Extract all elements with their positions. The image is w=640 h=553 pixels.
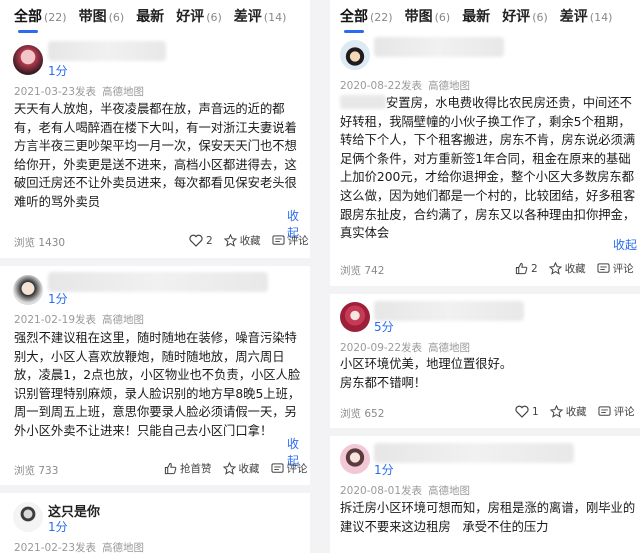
rating-score: 1分 [48, 292, 68, 306]
tab-with-images[interactable]: 带图 (6) [79, 6, 125, 26]
tab-latest[interactable]: 最新 [136, 6, 164, 26]
tab-all[interactable]: 全部 (22) [340, 6, 393, 26]
review-source: 高德地图 [428, 342, 471, 354]
redacted-text [340, 95, 386, 109]
rating-score: 5分 [374, 320, 394, 334]
comment-icon [270, 462, 284, 473]
star-icon [549, 405, 563, 418]
reviewer-name-blurred [374, 37, 504, 57]
review-text: 强烈不建议租在这里，随时随地在装修，噪音污染特别大，小区人喜欢放鞭炮，随时随地放… [14, 331, 301, 438]
review-source: 高德地图 [102, 542, 145, 553]
reviewer-name-blurred [374, 301, 524, 321]
review-actions: 2 收藏 评论 [178, 233, 309, 248]
comment-button[interactable]: 评论 [598, 404, 635, 419]
view-count: 浏览 742 [340, 265, 385, 277]
review-date: 2021-02-19发表 [14, 314, 97, 326]
review-meta: 2020-08-01发表 高德地图 [340, 483, 470, 498]
favorite-button[interactable]: 收藏 [549, 404, 587, 419]
review-meta: 2020-09-22发表 高德地图 [340, 340, 470, 355]
review-meta: 2020-08-22发表 高德地图 [340, 78, 470, 93]
review-date: 2021-03-23发表 [14, 86, 97, 98]
review-date: 2020-08-22发表 [340, 80, 423, 92]
tab-with-images[interactable]: 带图 (6) [405, 6, 451, 26]
comment-icon [598, 405, 611, 416]
avatar[interactable] [340, 302, 370, 332]
review-source: 高德地图 [102, 314, 145, 326]
review-date: 2021-02-23发表 [14, 542, 97, 553]
divider [0, 258, 310, 266]
comment-icon [597, 262, 610, 273]
active-tab-indicator [18, 30, 38, 33]
view-count: 浏览 652 [340, 408, 385, 420]
tab-positive[interactable]: 好评 (6) [176, 6, 222, 26]
divider [330, 428, 640, 436]
review-actions: 1 收藏 评论 [504, 404, 635, 419]
right-panel: 全部 (22) 带图 (6) 最新 好评 (6) 差评 (14) 2020-08-22发… [330, 0, 640, 553]
review-text: 天天有人放炮，半夜凌晨都在放，声音远的近的都有，老有人喝醉酒在楼下大叫，有一对浙… [14, 102, 297, 209]
tab-all[interactable]: 全部 (22) [14, 6, 67, 26]
column-gap [310, 0, 330, 553]
star-icon [222, 462, 236, 475]
review-source: 高德地图 [102, 86, 145, 98]
left-panel: 全部 (22) 带图 (6) 最新 好评 (6) 差评 (14) 1分 2021-03-… [0, 0, 310, 553]
active-tab-indicator [344, 30, 364, 33]
favorite-button[interactable]: 收藏 [222, 461, 260, 476]
like-button[interactable]: 1 [515, 405, 539, 418]
star-icon [223, 234, 237, 247]
review-source: 高德地图 [428, 80, 471, 92]
collapse-link[interactable]: 收起 [613, 236, 637, 253]
star-icon [548, 262, 562, 275]
review-meta: 2021-02-19发表 高德地图 [14, 312, 144, 327]
heart-icon [189, 234, 203, 247]
thumbs-up-icon [515, 262, 528, 275]
tab-negative[interactable]: 差评 (14) [234, 6, 287, 26]
favorite-button[interactable]: 收藏 [548, 261, 586, 276]
review-actions: 2 收藏 评论 [504, 261, 634, 276]
review-meta: 2021-02-23发表 高德地图 [14, 540, 144, 553]
avatar[interactable] [340, 40, 370, 70]
reviewer-name-blurred [48, 41, 166, 61]
divider [0, 485, 310, 493]
reviewer-name-blurred [48, 272, 268, 292]
review-date: 2020-08-01发表 [340, 485, 423, 497]
avatar[interactable] [340, 444, 370, 474]
review-text: 拆迁房小区环境可想而知，房租是涨的离谱，刚毕业的建议不要来这边租房 承受不住的压… [340, 501, 636, 534]
reviewer-name-blurred [374, 443, 574, 463]
rating-score: 1分 [48, 520, 68, 534]
tab-bar: 全部 (22) 带图 (6) 最新 好评 (6) 差评 (14) [340, 6, 640, 32]
tab-bar: 全部 (22) 带图 (6) 最新 好评 (6) 差评 (14) [14, 6, 310, 32]
tab-negative[interactable]: 差评 (14) [560, 6, 613, 26]
like-button[interactable]: 2 [189, 234, 213, 247]
review-date: 2020-09-22发表 [340, 342, 423, 354]
review-text: 小区环境优美，地理位置很好。房东都不错啊！ [340, 357, 513, 390]
tab-latest[interactable]: 最新 [462, 6, 490, 26]
comment-button[interactable]: 评论 [597, 261, 634, 276]
like-button[interactable]: 2 [515, 262, 538, 275]
review-source: 高德地图 [428, 485, 471, 497]
thumbs-up-icon [164, 462, 177, 475]
rating-score: 1分 [374, 463, 394, 477]
avatar[interactable] [13, 275, 43, 305]
heart-icon [515, 405, 529, 418]
review-actions: 抢首赞 收藏 评论 [153, 461, 308, 476]
rating-score: 1分 [48, 64, 68, 78]
avatar[interactable] [13, 45, 43, 75]
avatar[interactable] [13, 502, 43, 532]
review-text: 安置房，水电费收得比农民房还贵，中间还不好转租，我隔壁幢的小伙子换工作了，剩余5… [340, 95, 636, 241]
comment-button[interactable]: 评论 [272, 233, 309, 248]
comment-button[interactable]: 评论 [270, 461, 308, 476]
like-button[interactable]: 抢首赞 [164, 461, 212, 476]
view-count: 浏览 733 [14, 465, 59, 477]
divider [330, 286, 640, 294]
comment-icon [272, 234, 285, 245]
favorite-button[interactable]: 收藏 [223, 233, 261, 248]
tab-positive[interactable]: 好评 (6) [502, 6, 548, 26]
view-count: 浏览 1430 [14, 237, 66, 249]
review-meta: 2021-03-23发表 高德地图 [14, 84, 144, 99]
